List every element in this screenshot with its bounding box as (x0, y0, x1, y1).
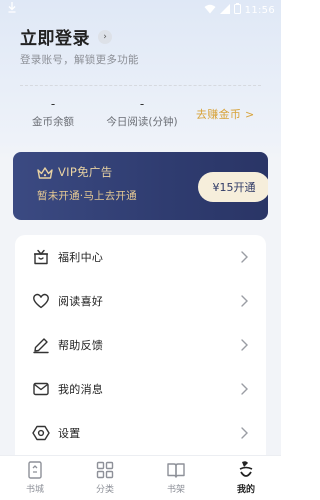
chevron-right-icon (239, 249, 249, 263)
nav-profile[interactable]: 我的 (221, 460, 271, 495)
download-icon (8, 2, 16, 16)
coin-balance-value: - (50, 97, 56, 111)
nav-label: 书城 (25, 485, 44, 495)
login-subtitle: 登录账号，解锁更多功能 (20, 54, 139, 66)
vip-purchase-button[interactable]: ¥15开通 (198, 172, 268, 202)
nav-bookshelf[interactable]: 书架 (151, 460, 201, 495)
nav-label: 我的 (236, 485, 255, 495)
edit-icon (32, 336, 50, 354)
chevron-right-icon[interactable]: › (98, 29, 112, 44)
login-title[interactable]: 立即登录 (20, 24, 90, 49)
settings-icon (32, 424, 50, 442)
bookshelf-icon (166, 460, 186, 480)
wifi-icon (204, 4, 216, 17)
status-time: 11:56 (244, 4, 275, 16)
signal-icon (219, 3, 230, 17)
status-bar: 11:56 (0, 0, 281, 18)
heart-icon (32, 292, 50, 310)
bottom-nav: 书城 分类 书架 我的 (0, 455, 281, 500)
menu-item-messages[interactable]: 我的消息 (15, 367, 266, 411)
today-reading-label: 今日阅读(分钟) (106, 116, 178, 128)
crown-icon (37, 165, 53, 184)
menu-item-label: 福利中心 (58, 251, 104, 264)
profile-icon (236, 460, 256, 480)
category-icon (95, 460, 115, 480)
divider (20, 85, 261, 86)
nav-bookstore[interactable]: 书城 (10, 460, 60, 495)
menu-item-reading-preference[interactable]: 阅读喜好 (15, 279, 266, 323)
chevron-right-icon (239, 293, 249, 307)
nav-category[interactable]: 分类 (80, 460, 130, 495)
battery-icon (233, 3, 241, 17)
chevron-right-icon (239, 425, 249, 439)
mail-icon (32, 380, 50, 398)
vip-card[interactable]: VIP免广告 暂未开通·马上去开通 ¥15开通 (13, 152, 268, 220)
nav-label: 书架 (166, 485, 185, 495)
bookstore-icon (25, 460, 45, 480)
menu-item-help-feedback[interactable]: 帮助反馈 (15, 323, 266, 367)
chevron-right-icon (239, 381, 249, 395)
menu-item-label: 帮助反馈 (58, 339, 104, 352)
menu-item-label: 我的消息 (58, 383, 104, 396)
profile-page: 11:56 立即登录 › 登录账号，解锁更多功能 - 金币余额 - 今日阅读(分… (0, 0, 281, 500)
coin-balance-label: 金币余额 (32, 116, 74, 128)
nav-label: 分类 (95, 485, 114, 495)
menu-item-label: 阅读喜好 (58, 295, 104, 308)
menu-item-label: 设置 (58, 427, 81, 440)
earn-coins-link[interactable]: 去赚金币 > (196, 106, 255, 122)
menu-card: 福利中心 阅读喜好 帮助反馈 我的消息 设置 (15, 235, 266, 465)
vip-title: VIP免广告 (58, 165, 113, 179)
coin-balance[interactable]: - 金币余额 (28, 97, 78, 129)
vip-subtitle: 暂未开通·马上去开通 (37, 190, 137, 202)
login-entry[interactable]: 立即登录 › (20, 24, 112, 49)
chevron-right-icon (239, 337, 249, 351)
menu-item-settings[interactable]: 设置 (15, 411, 266, 455)
menu-item-welfare[interactable]: 福利中心 (15, 235, 266, 279)
today-reading-value: - (139, 97, 145, 111)
gift-icon (32, 248, 50, 266)
today-reading[interactable]: - 今日阅读(分钟) (100, 97, 184, 129)
